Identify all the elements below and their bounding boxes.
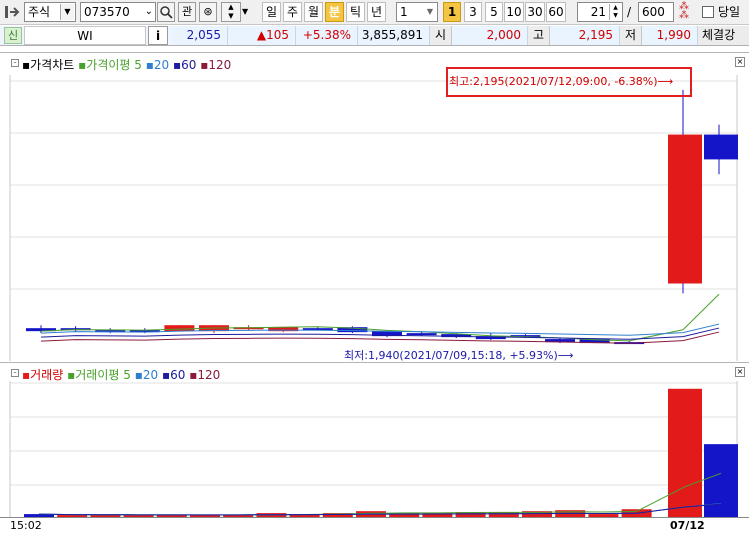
register-button[interactable]: ⊛ <box>199 2 217 22</box>
market-value: 주식 <box>28 5 51 19</box>
candle-body <box>406 333 437 336</box>
minute-btn-5[interactable]: 5 <box>485 2 503 22</box>
credit-tag: 신 <box>4 27 22 44</box>
high-annotation: 최고:2,195(2021/07/12,09:00, -6.38%)⟶ <box>449 75 674 88</box>
chevron-down-icon: ⌄ <box>144 6 153 17</box>
watchlist-button[interactable]: 관 <box>178 2 196 22</box>
period-week[interactable]: 주 <box>283 2 302 22</box>
candle-body <box>704 134 738 160</box>
today-label: 당일 <box>718 5 741 19</box>
high-label: 고 <box>528 26 550 45</box>
current-price: 2,055 <box>172 26 228 45</box>
spin-icon: ▲ ▼ <box>609 4 621 20</box>
period-month[interactable]: 월 <box>304 2 323 22</box>
x-axis: 15:02 07/12 <box>0 517 749 534</box>
today-checkbox[interactable] <box>702 6 714 18</box>
minute-btn-60[interactable]: 60 <box>546 2 566 22</box>
volume-ma5-line <box>38 472 722 516</box>
stepper-down-icon[interactable]: ▼ <box>242 2 252 22</box>
count-value: 21 <box>590 5 606 19</box>
interval-value: 1 <box>400 5 408 19</box>
low-label: 저 <box>620 26 642 45</box>
code-value: 073570 <box>84 5 130 19</box>
price-chart[interactable] <box>0 53 749 361</box>
quote-bar: 신 WI i 2,055 ▲105 +5.38% 3,855,891 시 2,0… <box>0 26 749 46</box>
candle-body <box>668 134 702 284</box>
open-label: 시 <box>430 26 452 45</box>
toolbar: 주식 ▼ 073570 ⌄ 관 ⊛ ▲ ▼ ▼ 일 주 월 분 틱 년 1 ▼ 1… <box>0 0 749 25</box>
period-day[interactable]: 일 <box>262 2 281 22</box>
toggle-panel-icon[interactable] <box>4 4 22 20</box>
chart-settings-icon[interactable]: ⁂ ⁂ <box>676 2 692 22</box>
change-percent: +5.38% <box>296 26 358 45</box>
minute-btn-3[interactable]: 3 <box>464 2 482 22</box>
x-axis-start-label: 15:02 <box>10 519 42 532</box>
minute-btn-10[interactable]: 10 <box>504 2 524 22</box>
trade-strength-label: 체결강 <box>698 26 749 45</box>
period-year[interactable]: 년 <box>367 2 386 22</box>
interval-select[interactable]: 1 ▼ <box>396 2 438 22</box>
max-count-input[interactable]: 600 <box>638 2 674 22</box>
search-button[interactable] <box>157 2 175 22</box>
candle-body <box>164 325 195 332</box>
price-change: ▲105 <box>228 26 296 45</box>
volume-panel: ▪거래량 ▪거래이평 5 ▪20 ▪60 ▪120 – × <box>0 362 749 518</box>
volume-bar <box>668 388 702 517</box>
magnifier-icon <box>160 6 173 19</box>
chevron-down-icon: ▼ <box>60 4 74 20</box>
count-stepper[interactable]: 21 ▲ ▼ <box>577 2 623 22</box>
period-tick[interactable]: 틱 <box>346 2 365 22</box>
open-value: 2,000 <box>452 26 528 45</box>
info-button[interactable]: i <box>148 26 168 45</box>
count-slash: / <box>627 5 632 19</box>
market-select[interactable]: 주식 ▼ <box>24 2 76 22</box>
x-axis-date-label: 07/12 <box>670 519 705 532</box>
volume-chart[interactable] <box>0 363 749 518</box>
code-input[interactable]: 073570 ⌄ <box>80 2 156 22</box>
price-panel: ▪가격차트 ▪가격이평 5 ▪20 ▪60 ▪120 – × 최고:2,195(… <box>0 52 749 362</box>
stock-name: WI <box>24 26 146 45</box>
volume-bar <box>704 444 738 517</box>
minute-btn-30[interactable]: 30 <box>525 2 545 22</box>
period-minute[interactable]: 분 <box>325 2 344 22</box>
low-annotation: 최저:1,940(2021/07/09,15:18, +5.93%)⟶ <box>344 349 574 362</box>
minute-btn-1[interactable]: 1 <box>443 2 461 22</box>
high-value: 2,195 <box>550 26 620 45</box>
low-value: 1,990 <box>642 26 698 45</box>
stepper-updown-icon[interactable]: ▲ ▼ <box>221 2 241 22</box>
volume-value: 3,855,891 <box>358 26 430 45</box>
refresh-icon: ⊛ <box>203 5 213 18</box>
max-count-value: 600 <box>642 5 665 19</box>
chevron-down-icon: ▼ <box>426 7 434 16</box>
